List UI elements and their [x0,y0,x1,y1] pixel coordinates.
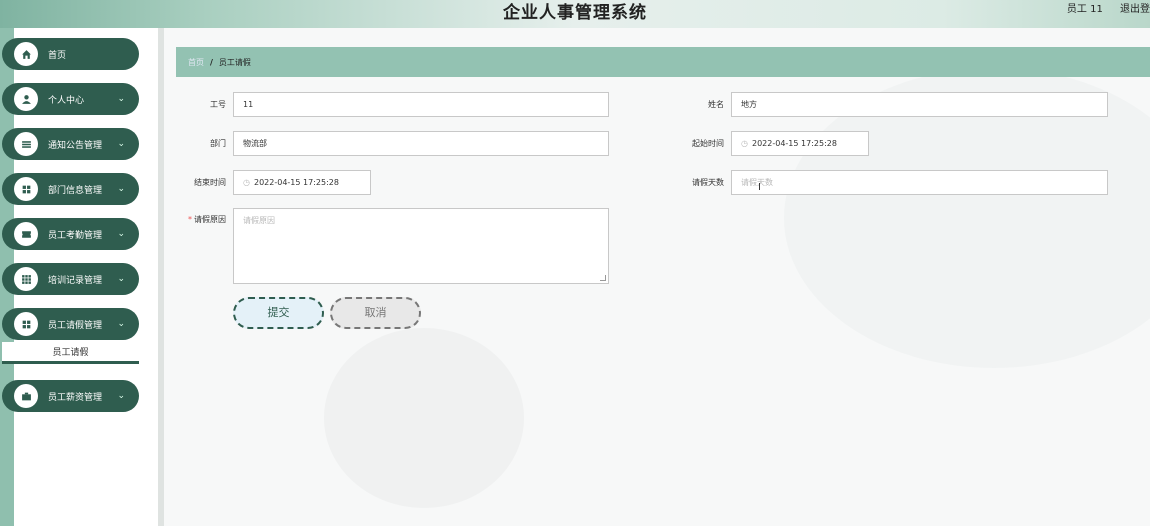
grid-icon [14,312,38,336]
submit-button[interactable]: 提交 [233,297,324,329]
background-decoration [324,328,524,508]
employee-no-label: 工号 [210,100,226,109]
sidebar-item-home[interactable]: 首页 [2,38,139,70]
breadcrumb-separator: / [210,57,213,67]
sidebar-item-label: 员工请假管理 [48,320,103,331]
leave-days-label: 请假天数 [692,178,724,187]
person-icon [14,87,38,111]
name-label: 姓名 [708,100,724,109]
sidebar-item-label: 通知公告管理 [48,140,103,151]
end-time-value: 2022-04-15 17:25:28 [253,178,339,187]
reason-placeholder: 请假原因 [243,216,275,225]
user-label: 员工 11 [1066,4,1103,15]
chevron-down-icon: ⌄ [117,184,125,194]
required-star: * [188,215,192,224]
leave-days-field[interactable]: 请假天数 [731,170,1108,195]
logout-link[interactable]: 退出登 [1120,4,1150,15]
end-time-picker[interactable]: ◷ 2022-04-15 17:25:28 [233,170,371,195]
briefcase-icon [14,384,38,408]
start-time-picker[interactable]: ◷ 2022-04-15 17:25:28 [731,131,869,156]
department-field[interactable]: 物流部 [233,131,609,156]
breadcrumb-current: 员工请假 [218,57,251,67]
leave-days-placeholder: 请假天数 [741,178,773,187]
app-title: 企业人事管理系统 [503,3,647,23]
end-time-label: 结束时间 [194,178,226,187]
sidebar-item-salary[interactable]: 员工薪资管理 ⌄ [2,380,139,412]
clock-icon: ◷ [243,178,250,187]
name-field[interactable]: 地方 [731,92,1108,117]
department-label: 部门 [210,139,226,148]
list-icon [14,132,38,156]
sidebar-subitem-employee-leave[interactable]: 员工请假 [2,342,139,364]
reason-label-text: 请假原因 [194,215,226,224]
sidebar-item-label: 部门信息管理 [48,185,103,196]
resize-grip-icon[interactable] [600,275,606,281]
chevron-down-icon: ⌄ [117,139,125,149]
chevron-down-icon: ⌄ [117,94,125,104]
cancel-button[interactable]: 取消 [330,297,421,329]
grid-icon [14,177,38,201]
chevron-down-icon: ⌄ [117,229,125,239]
start-time-value: 2022-04-15 17:25:28 [751,139,837,148]
text-cursor-icon: I [758,182,761,193]
ticket-icon [14,222,38,246]
sidebar-item-leave[interactable]: 员工请假管理 ⌄ [2,308,139,340]
reason-textarea[interactable]: 请假原因 [233,208,609,284]
clock-icon: ◷ [741,139,748,148]
sidebar-item-personal-center[interactable]: 个人中心 ⌄ [2,83,139,115]
user-area: 员工 11 退出登 [1053,0,1150,28]
sidebar-item-label: 个人中心 [48,95,85,106]
chevron-down-icon: ⌄ [117,274,125,284]
chevron-down-icon: ⌄ [117,391,125,401]
breadcrumb-home[interactable]: 首页 [188,57,204,68]
sidebar-item-label: 培训记录管理 [48,275,103,286]
sidebar-item-notice[interactable]: 通知公告管理 ⌄ [2,128,139,160]
chevron-down-icon: ⌄ [117,319,125,329]
employee-no-field[interactable]: 11 [233,92,609,117]
breadcrumb: 首页 / 员工请假 [176,47,1150,77]
sidebar-item-label: 员工考勤管理 [48,230,103,241]
reason-label: * 请假原因 [176,214,226,225]
apps-icon [14,267,38,291]
sidebar-item-attendance[interactable]: 员工考勤管理 ⌄ [2,218,139,250]
sidebar-item-label: 首页 [48,50,67,61]
sidebar-item-department[interactable]: 部门信息管理 ⌄ [2,173,139,205]
start-time-label: 起始时间 [692,139,724,148]
home-icon [14,42,38,66]
sidebar-item-training[interactable]: 培训记录管理 ⌄ [2,263,139,295]
sidebar-item-label: 员工薪资管理 [48,392,103,403]
